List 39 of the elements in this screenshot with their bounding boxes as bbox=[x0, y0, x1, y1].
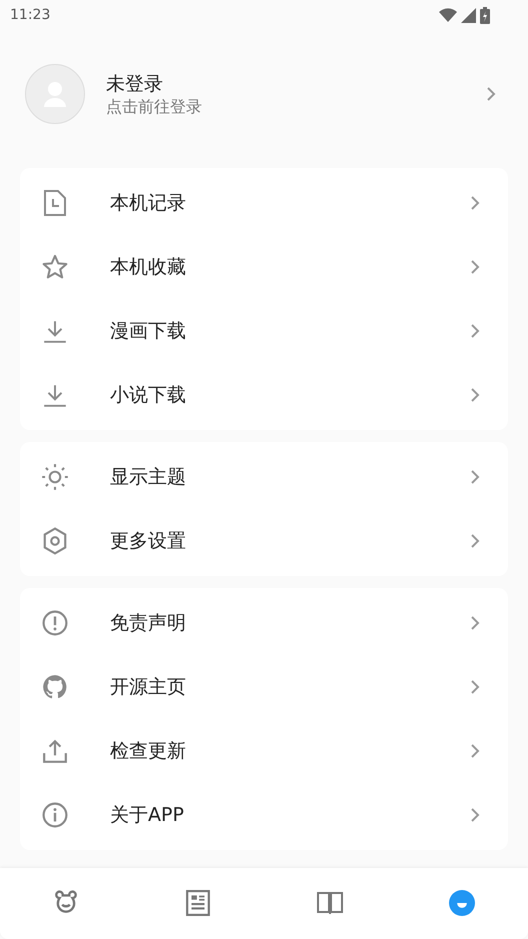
menu-item[interactable]: 开源主页 bbox=[20, 655, 508, 719]
document-clock-icon bbox=[43, 190, 67, 216]
battery-charging-icon bbox=[480, 6, 490, 24]
wifi-icon bbox=[439, 8, 457, 22]
chevron-right-icon bbox=[470, 387, 480, 403]
chevron-right-icon bbox=[470, 743, 480, 759]
newspaper-icon[interactable] bbox=[186, 890, 210, 916]
hexagon-icon bbox=[42, 527, 68, 555]
menu-item[interactable]: 小说下载 bbox=[20, 363, 508, 427]
info-icon bbox=[42, 802, 68, 828]
chevron-right-icon bbox=[470, 807, 480, 823]
upload-icon bbox=[42, 738, 68, 764]
cat-logo-icon bbox=[42, 674, 68, 700]
menu-item[interactable]: 漫画下载 bbox=[20, 299, 508, 363]
status-time: 11:23 bbox=[10, 7, 50, 23]
menu-item[interactable]: 检查更新 bbox=[20, 719, 508, 783]
smile-icon[interactable] bbox=[449, 890, 475, 916]
star-icon bbox=[41, 253, 69, 281]
open-book-icon[interactable] bbox=[317, 890, 343, 914]
menu-item[interactable]: 本机收藏 bbox=[20, 235, 508, 299]
signal-icon bbox=[461, 8, 476, 22]
chevron-right-icon bbox=[470, 679, 480, 695]
chevron-right-icon bbox=[470, 323, 480, 339]
menu-item[interactable]: 免责声明 bbox=[20, 591, 508, 655]
chevron-right-icon bbox=[486, 86, 496, 102]
menu-item[interactable]: 更多设置 bbox=[20, 509, 508, 573]
chevron-right-icon bbox=[470, 469, 480, 485]
chevron-right-icon bbox=[470, 259, 480, 275]
menu-item[interactable]: 显示主题 bbox=[20, 445, 508, 509]
exclamation-icon bbox=[42, 610, 68, 636]
sun-icon bbox=[41, 463, 69, 491]
login-status[interactable]: 未登录 bbox=[106, 70, 486, 96]
chevron-right-icon bbox=[470, 195, 480, 211]
chevron-right-icon bbox=[470, 615, 480, 631]
bear-face-icon[interactable] bbox=[53, 890, 79, 916]
menu-item[interactable]: 关于APP bbox=[20, 783, 508, 847]
menu-item[interactable]: 本机记录 bbox=[20, 171, 508, 235]
login-hint[interactable]: 点击前往登录 bbox=[106, 96, 486, 118]
chevron-right-icon bbox=[470, 533, 480, 549]
